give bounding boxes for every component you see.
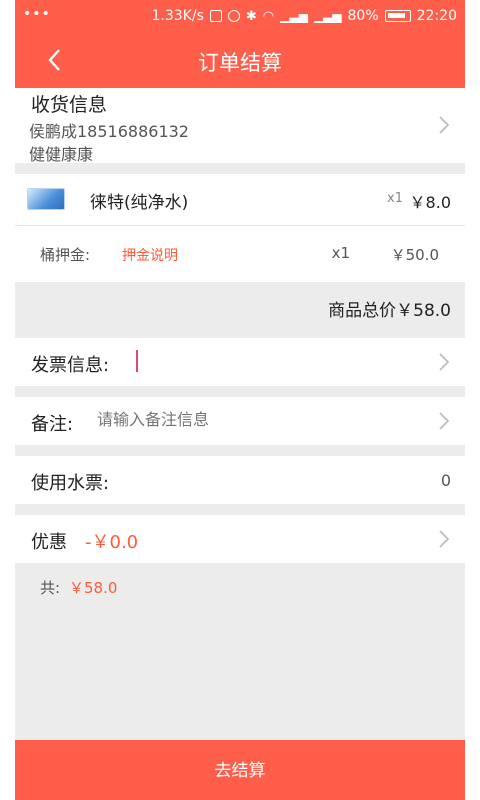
status-right: 1.33K/s ✱ ◠ ▁▃▅ ▁▃▅ 80% 22:20 (152, 8, 457, 24)
network-speed: 1.33K/s (151, 8, 204, 24)
water-ticket-label: 使用水票: (31, 473, 110, 494)
product-name: 徕特(纯净水) (90, 193, 189, 213)
address-heading: 收货信息 (31, 94, 108, 116)
clock: 22:20 (416, 8, 457, 24)
order-checkout-screen: ••• 1.33K/s ✱ ◠ ▁▃▅ ▁▃▅ 80% 22:20 订单结算 收… (15, 0, 465, 800)
battery-percent: 80% (347, 8, 379, 24)
mute-icon (209, 10, 222, 22)
page-title: 订单结算 (198, 51, 282, 75)
wifi-icon: ◠ (262, 8, 275, 24)
invoice-label: 发票信息: (31, 355, 110, 376)
deposit-quantity: x1 (331, 244, 350, 262)
signal-icon: ▁▃▅ (280, 9, 308, 23)
recipient-name-phone: 侯鹏成18516886132 (29, 122, 189, 141)
shipping-address-row[interactable]: 收货信息 侯鹏成18516886132 健健康康 (15, 88, 465, 164)
grand-total-label: 共: (40, 579, 61, 597)
water-ticket-count: 0 (440, 471, 451, 490)
discount-row[interactable]: 优惠 -￥0.0 (15, 515, 465, 563)
status-bar: ••• 1.33K/s ✱ ◠ ▁▃▅ ▁▃▅ 80% 22:20 (15, 0, 465, 33)
title-bar: 订单结算 (15, 33, 465, 88)
goods-total: 商品总价￥58.0 (328, 301, 451, 321)
alarm-icon (227, 10, 240, 22)
deposit-price: ￥50.0 (390, 246, 439, 264)
goods-total-row: 商品总价￥58.0 (15, 282, 465, 338)
chevron-right-icon (437, 351, 451, 373)
memo-row: 备注: (15, 397, 465, 445)
deposit-label: 桶押金: (40, 246, 91, 264)
signal-2-icon: ▁▃▅ (313, 9, 342, 23)
battery-icon (384, 10, 411, 22)
discount-label: 优惠 (31, 532, 67, 553)
chevron-right-icon (437, 528, 451, 550)
chevron-right-icon (437, 114, 451, 136)
bucket-deposit-row: 桶押金: 押金说明 x1 ￥50.0 (15, 226, 465, 282)
product-price: ￥8.0 (409, 193, 451, 212)
divider-gap (15, 386, 465, 397)
right-gutter (465, 0, 480, 800)
memo-label: 备注: (31, 414, 74, 435)
chevron-right-icon (437, 410, 451, 432)
order-summary: 共: ￥58.0 (15, 563, 465, 739)
divider-gap (15, 445, 465, 456)
product-thumbnail (27, 188, 65, 210)
invoice-row[interactable]: 发票信息: (15, 338, 465, 386)
product-quantity: x1 (387, 191, 403, 206)
address-detail: 健健康康 (29, 145, 94, 164)
memo-input[interactable] (97, 410, 397, 429)
divider-gap (15, 504, 465, 515)
grand-total-value: ￥58.0 (69, 579, 118, 597)
product-item: 徕特(纯净水) x1 ￥8.0 (15, 174, 465, 226)
text-cursor (136, 350, 138, 372)
water-ticket-row[interactable]: 使用水票: 0 (15, 456, 465, 504)
discount-value: -￥0.0 (85, 532, 139, 553)
notification-dots-icon: ••• (23, 6, 51, 22)
checkout-button[interactable]: 去结算 (15, 740, 465, 800)
deposit-info-link[interactable]: 押金说明 (122, 245, 178, 265)
device-frame: ••• 1.33K/s ✱ ◠ ▁▃▅ ▁▃▅ 80% 22:20 订单结算 收… (0, 0, 480, 800)
bluetooth-icon: ✱ (245, 8, 257, 24)
left-gutter (0, 0, 15, 800)
